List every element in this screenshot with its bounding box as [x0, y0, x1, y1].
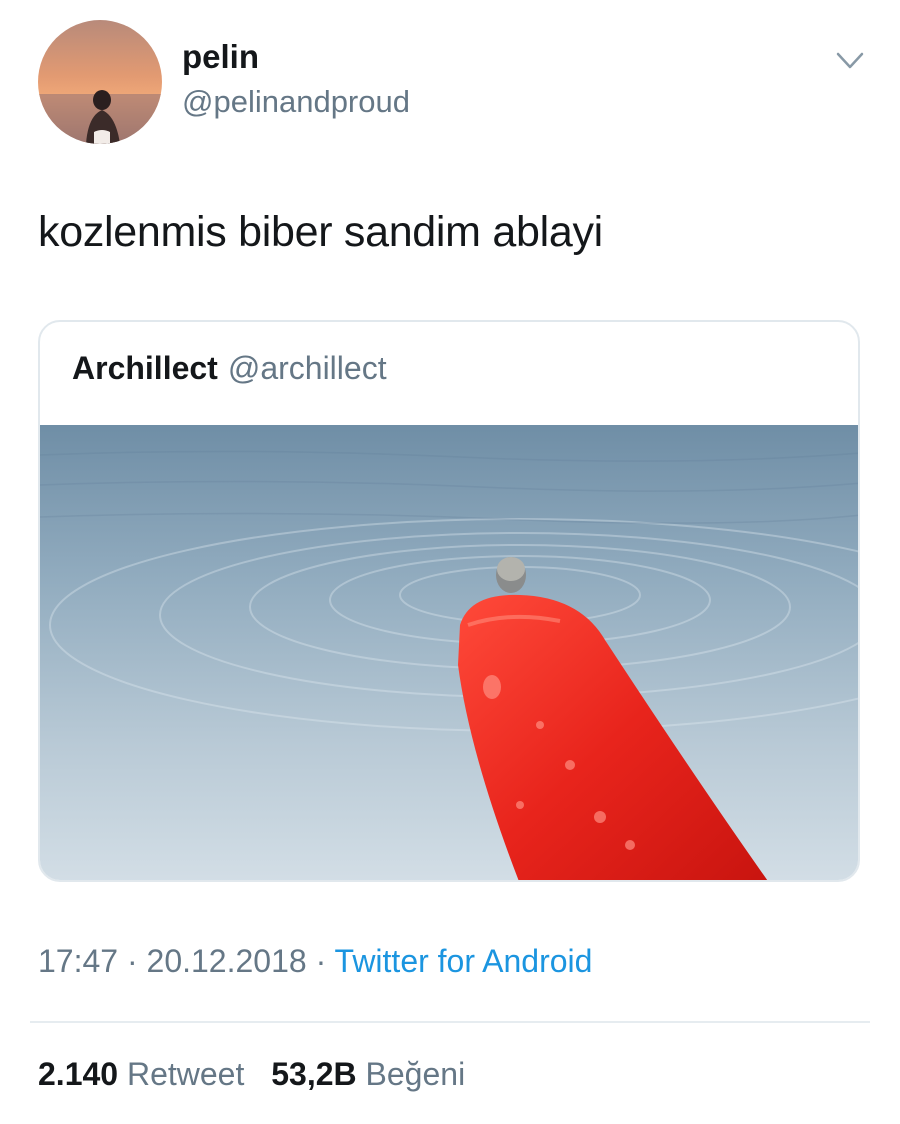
meta-separator: ·	[315, 943, 327, 979]
quoted-tweet-card[interactable]: Archillect @archillect	[38, 320, 860, 882]
quoted-author-handle: @archillect	[227, 350, 387, 386]
tweet-source-link[interactable]: Twitter for Android	[335, 943, 593, 979]
quoted-tweet-header: Archillect @archillect	[72, 350, 387, 387]
avatar[interactable]	[38, 20, 162, 144]
chevron-down-icon[interactable]	[832, 46, 868, 76]
tweet-time[interactable]: 17:47	[38, 943, 118, 979]
like-count[interactable]: 53,2B	[271, 1056, 356, 1092]
meta-separator: ·	[126, 943, 138, 979]
author-name[interactable]: pelin	[182, 38, 259, 76]
tweet-meta: 17:47 · 20.12.2018 · Twitter for Android	[38, 943, 592, 980]
like-label[interactable]: Beğeni	[366, 1056, 466, 1092]
quoted-tweet-image[interactable]	[40, 425, 858, 880]
tweet-text: kozlenmis biber sandim ablayi	[38, 208, 603, 256]
tweet-date[interactable]: 20.12.2018	[147, 943, 307, 979]
retweet-count[interactable]: 2.140	[38, 1056, 118, 1092]
divider	[30, 1021, 870, 1023]
retweet-label[interactable]: Retweet	[127, 1056, 244, 1092]
author-handle[interactable]: @pelinandproud	[182, 84, 410, 120]
tweet-stats: 2.140 Retweet 53,2B Beğeni	[38, 1056, 465, 1093]
quoted-author-name: Archillect	[72, 350, 218, 386]
